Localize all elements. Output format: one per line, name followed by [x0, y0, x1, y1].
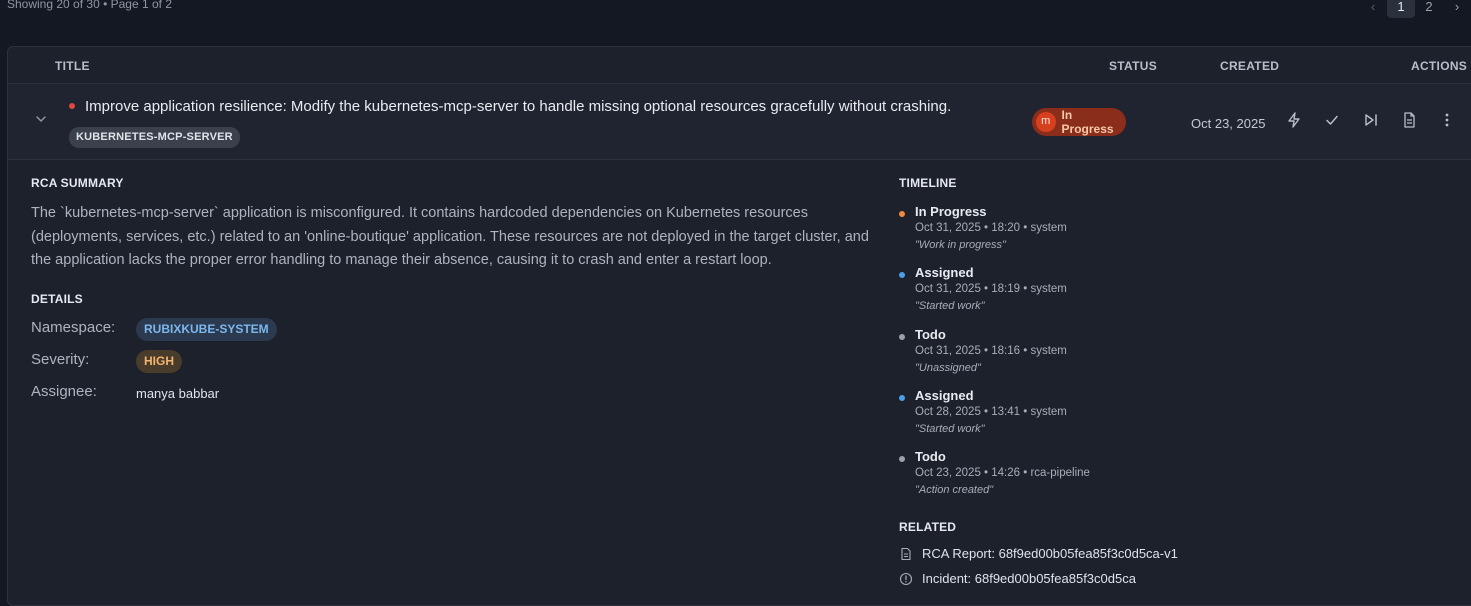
timeline-note: "Started work" — [915, 300, 985, 312]
row-title[interactable]: Improve application resilience: Modify t… — [85, 98, 951, 115]
document-icon[interactable] — [1400, 111, 1418, 129]
column-header-title[interactable]: TITLE — [55, 59, 90, 73]
namespace-badge: RUBIXKUBE-SYSTEM — [136, 318, 277, 341]
more-vertical-icon[interactable] — [1438, 111, 1456, 129]
timeline-note: "Work in progress" — [915, 239, 1006, 251]
timeline-meta: Oct 23, 2025 • 14:26 • rca-pipeline — [915, 467, 1090, 479]
related-incident-link[interactable]: Incident: 68f9ed00b05fea85f3c0d5ca — [899, 571, 1136, 586]
related-rca-report-link[interactable]: RCA Report: 68f9ed00b05fea85f3c0d5ca-v1 — [899, 546, 1178, 561]
status-label: In Progress — [1061, 108, 1114, 136]
priority-dot — [69, 103, 75, 109]
avatar: m — [1036, 112, 1056, 132]
timeline-status: Todo — [915, 449, 946, 464]
column-header-created[interactable]: CREATED — [1220, 59, 1279, 73]
created-date: Oct 23, 2025 — [1191, 116, 1266, 131]
pagination: ‹ 1 2 › — [1359, 0, 1471, 18]
timeline-status: In Progress — [915, 204, 987, 219]
page-2-button[interactable]: 2 — [1415, 0, 1443, 18]
bolt-icon[interactable] — [1285, 111, 1303, 129]
rca-summary-heading: RCA SUMMARY — [31, 176, 124, 190]
status-dot — [899, 456, 905, 462]
assignee-value: manya babbar — [136, 386, 220, 401]
related-heading: RELATED — [899, 520, 957, 534]
list-header: Showing 20 of 30 • Page 1 of 2 ‹ 1 2 › — [0, 0, 1471, 20]
table-header: TITLE STATUS CREATED ACTIONS — [8, 47, 1471, 84]
timeline-note: "Unassigned" — [915, 362, 981, 374]
details-heading: DETAILS — [31, 292, 83, 306]
severity-label: Severity: — [31, 351, 90, 368]
check-icon[interactable] — [1323, 111, 1341, 129]
prev-page-button[interactable]: ‹ — [1359, 0, 1387, 18]
actions-table: TITLE STATUS CREATED ACTIONS Improve app… — [7, 46, 1471, 606]
timeline-status: Assigned — [915, 388, 974, 403]
severity-badge: HIGH — [136, 350, 182, 373]
timeline-note: "Action created" — [915, 484, 994, 496]
timeline-status: Todo — [915, 327, 946, 342]
chevron-down-icon[interactable] — [34, 112, 48, 126]
namespace-label: Namespace: — [31, 319, 116, 336]
column-header-actions: ACTIONS — [1411, 59, 1468, 73]
status-dot — [899, 272, 905, 278]
timeline-note: "Started work" — [915, 423, 985, 435]
column-header-status[interactable]: STATUS — [1109, 59, 1157, 73]
showing-count: Showing 20 of 30 • Page 1 of 2 — [7, 0, 172, 11]
timeline-status: Assigned — [915, 265, 974, 280]
timeline-meta: Oct 31, 2025 • 18:16 • system — [915, 345, 1067, 357]
timeline-meta: Oct 31, 2025 • 18:19 • system — [915, 283, 1067, 295]
status-badge[interactable]: m In Progress — [1032, 108, 1126, 136]
related-label: Incident: 68f9ed00b05fea85f3c0d5ca — [922, 571, 1136, 586]
status-dot — [899, 334, 905, 340]
timeline-meta: Oct 31, 2025 • 18:20 • system — [915, 222, 1067, 234]
info-circle-icon — [899, 572, 913, 585]
page-1-button[interactable]: 1 — [1387, 0, 1415, 18]
status-dot — [899, 211, 905, 217]
status-dot — [899, 395, 905, 401]
table-row[interactable]: Improve application resilience: Modify t… — [8, 84, 1471, 160]
timeline-meta: Oct 28, 2025 • 13:41 • system — [915, 406, 1067, 418]
timeline-heading: TIMELINE — [899, 176, 957, 190]
skip-forward-icon[interactable] — [1362, 111, 1380, 129]
next-page-button[interactable]: › — [1443, 0, 1471, 18]
related-label: RCA Report: 68f9ed00b05fea85f3c0d5ca-v1 — [922, 546, 1178, 561]
document-icon — [901, 547, 911, 560]
rca-summary-text: The `kubernetes-mcp-server` application … — [31, 205, 869, 268]
assignee-label: Assignee: — [31, 383, 97, 400]
service-tag: KUBERNETES-MCP-SERVER — [69, 127, 240, 148]
